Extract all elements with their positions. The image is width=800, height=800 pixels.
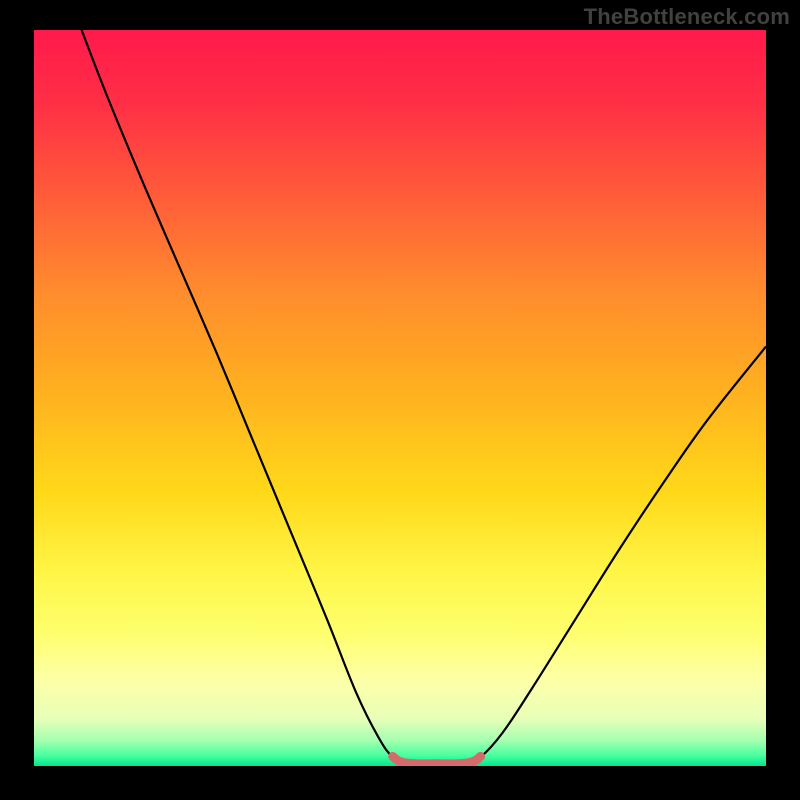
curve-layer xyxy=(34,30,766,766)
plot-area xyxy=(34,30,766,766)
bottleneck-curve xyxy=(82,30,766,765)
chart-frame: TheBottleneck.com xyxy=(0,0,800,800)
watermark-text: TheBottleneck.com xyxy=(584,4,790,30)
sweet-zone-marker xyxy=(393,756,481,764)
